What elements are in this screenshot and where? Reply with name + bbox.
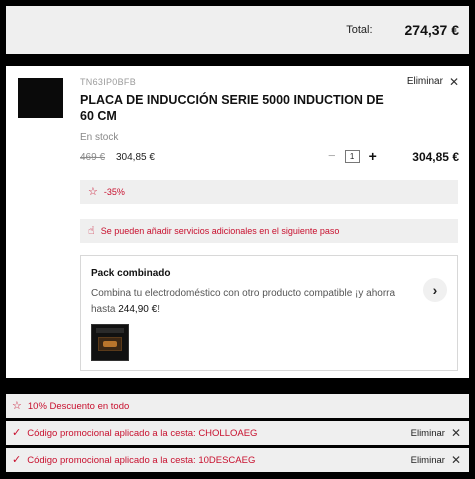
remove-item-button[interactable]: Eliminar ✕ [406,74,459,89]
line-total: 304,85 € [412,150,459,164]
total-label: Total: [346,24,373,36]
discount-label: -35% [103,187,125,197]
oven-window [98,337,122,351]
remove-promo-label: Eliminar [410,427,445,439]
hand-pointer-icon: ☝ [88,225,95,237]
pack-description: Combina tu electrodoméstico con otro pro… [91,286,411,318]
promotion-text: Código promocional aplicado a la cesta: … [27,427,258,439]
remove-promo-label: Eliminar [410,454,445,466]
oven-product-thumbnail[interactable] [91,324,129,361]
promotion-text: Código promocional aplicado a la cesta: … [27,454,256,466]
star-icon: ☆ [88,186,98,198]
chevron-right-icon: › [432,282,438,298]
discounted-price: 304,85 € [116,152,155,163]
close-icon: ✕ [450,453,461,467]
cart-item-card: TN63IP0BFB PLACA DE INDUCCIÓN SERIE 5000… [6,66,469,378]
pack-price: 244,90 € [118,304,158,315]
quantity-field[interactable]: 1 [344,149,360,163]
order-total-bar: Total: 274,37 € [6,6,469,54]
original-price: 469 € [80,152,106,163]
remove-promo-button[interactable]: Eliminar ✕ [411,421,461,445]
promotion-row: ✓ Código promocional aplicado a la cesta… [6,448,469,472]
oven-control-panel [96,328,124,333]
promotion-row: ✓ Código promocional aplicado a la cesta… [6,421,469,445]
promotion-text: 10% Descuento en todo [27,400,130,412]
combo-pack-box: Pack combinado Combina tu electrodomésti… [80,255,458,371]
discount-badge: ☆ -35% [80,180,458,204]
services-note: Se pueden añadir servicios adicionales e… [100,226,340,236]
pack-title: Pack combinado [91,268,171,279]
remove-item-label: Eliminar [406,76,443,87]
product-thumbnail[interactable] [18,78,63,118]
check-icon: ✓ [12,454,22,466]
total-value: 274,37 € [404,22,460,38]
services-notice: ☝ Se pueden añadir servicios adicionales… [80,219,458,243]
star-icon: ☆ [12,400,22,412]
product-sku: TN63IP0BFB [80,77,137,87]
pack-next-button[interactable]: › [423,278,447,302]
stock-status: En stock [80,132,119,143]
check-icon: ✓ [12,427,22,439]
increase-quantity-button[interactable]: + [369,149,377,163]
close-icon: ✕ [450,426,461,440]
pack-desc-end: ! [157,304,160,315]
decrease-quantity-button[interactable]: − [328,149,336,163]
remove-promo-button[interactable]: Eliminar ✕ [411,448,461,472]
quantity-stepper: − 1 + [328,149,377,164]
promotion-row: ☆ 10% Descuento en todo [6,394,469,418]
oven-light [103,341,117,347]
product-title[interactable]: PLACA DE INDUCCIÓN SERIE 5000 INDUCTION … [80,92,400,124]
close-icon: ✕ [448,74,459,89]
